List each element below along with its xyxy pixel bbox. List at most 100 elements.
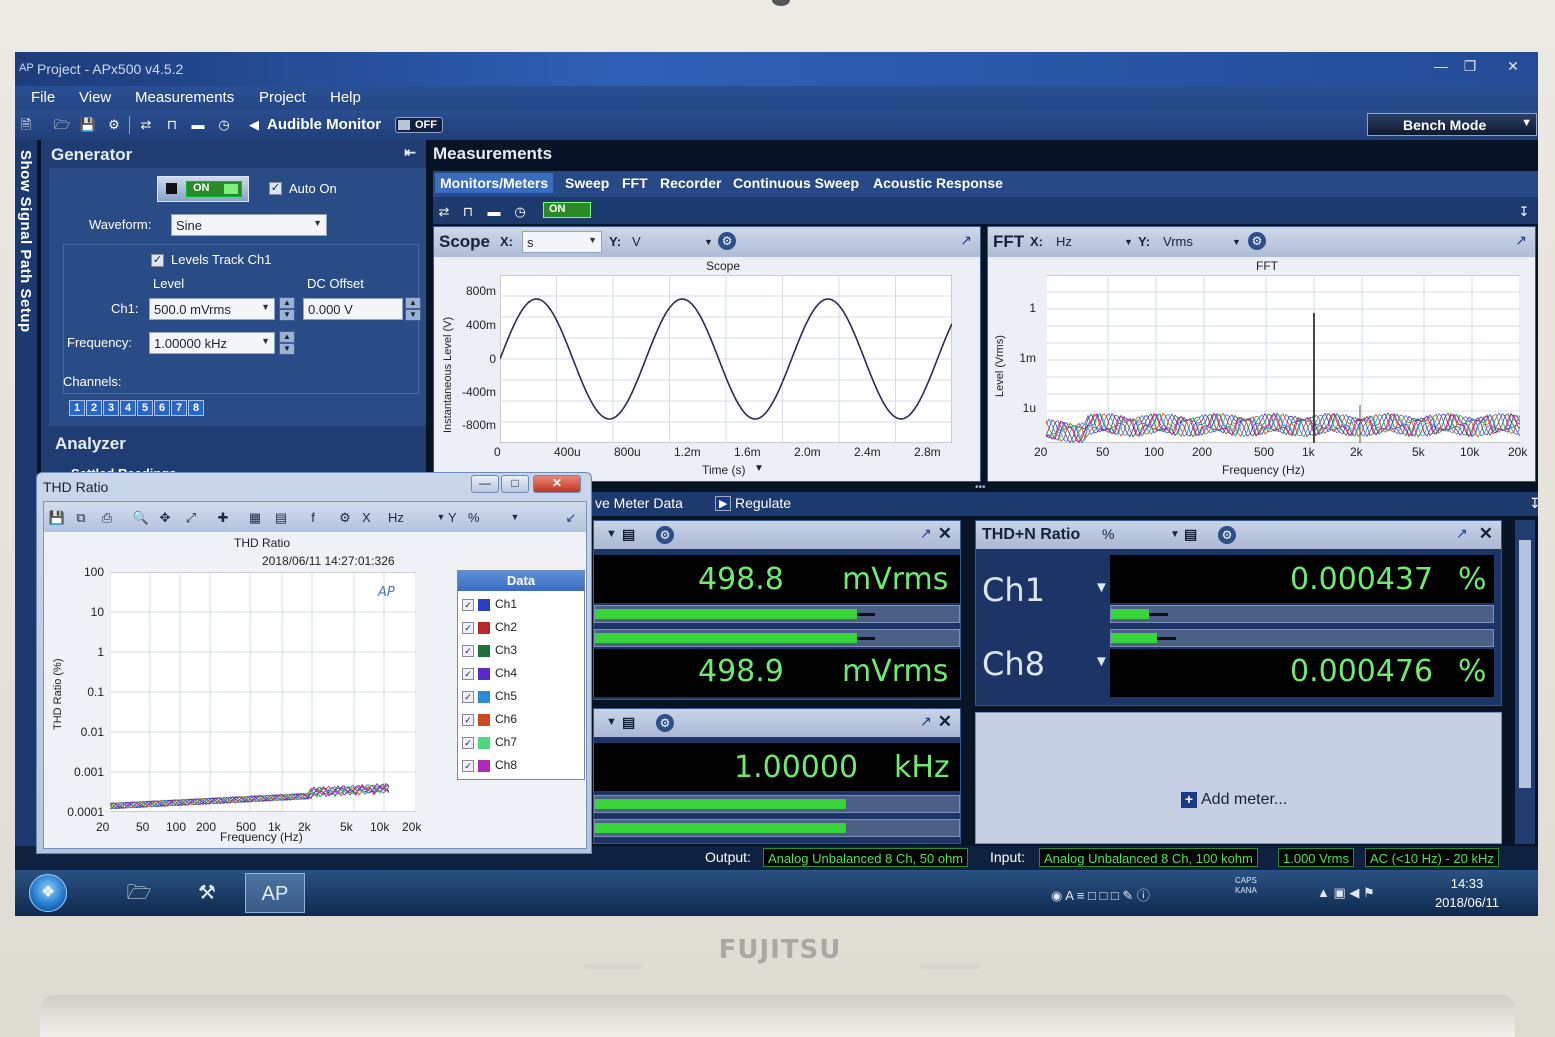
channel-button[interactable]: 4 bbox=[120, 400, 136, 416]
clock-icon[interactable]: ◷ bbox=[511, 203, 529, 220]
apx-taskbar-icon[interactable]: AP bbox=[245, 873, 305, 913]
thdn-close-icon[interactable]: ✕ bbox=[1479, 524, 1493, 544]
regulate-button[interactable]: Regulate bbox=[735, 495, 791, 511]
save-icon[interactable]: 💾 bbox=[79, 116, 97, 133]
notification-area-icons[interactable]: ▲ ▣ ◀ ⚑ bbox=[1317, 885, 1375, 901]
dc-offset-input[interactable]: 0.000 V bbox=[303, 298, 403, 320]
meter-popout-icon[interactable]: ↗ bbox=[920, 525, 932, 542]
legend-row[interactable]: ✓ Ch1 bbox=[462, 597, 517, 615]
collapse-icon[interactable]: ⇤ bbox=[404, 144, 416, 161]
channel-button[interactable]: 6 bbox=[154, 400, 170, 416]
close-button[interactable]: ✕ bbox=[1501, 58, 1525, 78]
table-icon[interactable]: ▦ bbox=[246, 509, 264, 526]
chevron-down-icon[interactable]: ▼ bbox=[704, 237, 713, 247]
chevron-down-icon[interactable]: ▼ bbox=[606, 716, 617, 728]
taskbar-clock[interactable]: 14:33 2018/06/11 bbox=[1427, 874, 1507, 912]
legend-row[interactable]: ✓ Ch3 bbox=[462, 643, 517, 661]
thd-minimize-button[interactable]: — bbox=[471, 475, 499, 493]
ch1-level-stepper[interactable]: ▲ ▼ bbox=[279, 297, 295, 321]
popout-icon[interactable]: ↙ bbox=[562, 509, 580, 526]
tray-icons[interactable]: ◉ A ≡ □ □ □ ✎ ⓘ bbox=[1051, 885, 1150, 904]
chevron-down-icon[interactable]: ▼ bbox=[606, 528, 617, 540]
legend-row[interactable]: ✓ Ch8 bbox=[462, 758, 517, 776]
graph-options-icon[interactable]: ▤ bbox=[1184, 526, 1197, 543]
meters-scrollbar[interactable] bbox=[1515, 520, 1535, 844]
pin-icon[interactable]: ↧ bbox=[1529, 495, 1538, 512]
legend-checkbox[interactable]: ✓ bbox=[462, 759, 474, 772]
settings-gear-icon[interactable]: ⚙ bbox=[105, 116, 123, 133]
menu-view[interactable]: View bbox=[79, 89, 111, 106]
clock-icon[interactable]: ◷ bbox=[215, 116, 233, 133]
waveform-select[interactable]: Sine ▼ bbox=[171, 214, 327, 236]
pan-icon[interactable]: ✥ bbox=[156, 509, 174, 526]
channel-button[interactable]: 3 bbox=[103, 400, 119, 416]
thdn-popout-icon[interactable]: ↗ bbox=[1456, 525, 1468, 542]
scope-settings-gear-icon[interactable]: ⚙ bbox=[718, 232, 736, 250]
speaker-icon[interactable]: ◀ bbox=[245, 116, 263, 133]
legend-row[interactable]: ✓ Ch4 bbox=[462, 666, 517, 684]
chevron-down-icon[interactable]: ▼ bbox=[1124, 237, 1133, 247]
signal-path-icon[interactable]: ⇄ bbox=[435, 203, 453, 220]
legend-checkbox[interactable]: ✓ bbox=[462, 621, 474, 634]
restore-button[interactable]: ❐ bbox=[1458, 58, 1482, 78]
generator-on-button[interactable]: ON bbox=[157, 176, 249, 202]
legend-checkbox[interactable]: ✓ bbox=[462, 667, 474, 680]
thdn-settings-gear-icon[interactable]: ⚙ bbox=[1218, 526, 1236, 544]
legend-checkbox[interactable]: ✓ bbox=[462, 598, 474, 611]
legend-checkbox[interactable]: ✓ bbox=[462, 690, 474, 703]
meter-icon[interactable]: ▬ bbox=[189, 116, 207, 133]
fft-x-unit-select[interactable]: Hz bbox=[1056, 234, 1072, 249]
cursor-icon[interactable]: ✚ bbox=[214, 509, 232, 526]
frequency-input[interactable]: 1.00000 kHz ▼ bbox=[149, 332, 275, 354]
fit-icon[interactable]: ⤢ bbox=[182, 509, 200, 526]
signal-path-icon[interactable]: ⇄ bbox=[137, 116, 155, 133]
add-meter-panel[interactable]: + Add meter... bbox=[975, 712, 1502, 844]
signal-path-strip[interactable]: Show Signal Path Setup bbox=[15, 140, 37, 852]
waveform-icon[interactable]: ⊓ bbox=[163, 116, 181, 133]
zoom-icon[interactable]: 🔍 bbox=[132, 509, 150, 526]
start-button[interactable]: ❖ bbox=[29, 874, 67, 912]
ch1-level-input[interactable]: 500.0 mVrms ▼ bbox=[149, 298, 275, 320]
legend-row[interactable]: ✓ Ch7 bbox=[462, 735, 517, 753]
scope-plot-area[interactable] bbox=[500, 275, 952, 443]
copy-icon[interactable]: ⧉ bbox=[72, 509, 90, 526]
thd-close-button[interactable]: ✕ bbox=[533, 475, 581, 493]
thd-restore-button[interactable]: □ bbox=[501, 475, 529, 493]
tab-acoustic-response[interactable]: Acoustic Response bbox=[873, 175, 1003, 191]
tab-fft[interactable]: FFT bbox=[622, 175, 648, 191]
tab-monitors-meters[interactable]: Monitors/Meters bbox=[435, 173, 554, 193]
channel-button[interactable]: 5 bbox=[137, 400, 153, 416]
save-icon[interactable]: 💾 bbox=[48, 509, 66, 526]
thdn-unit-select[interactable]: % bbox=[1102, 526, 1114, 542]
thd-x-unit-select[interactable]: Hz bbox=[388, 509, 404, 526]
chevron-down-icon[interactable]: ▼ bbox=[1094, 579, 1109, 596]
meter-close-icon[interactable]: ✕ bbox=[938, 524, 952, 544]
open-folder-icon[interactable]: 🗁 bbox=[53, 116, 71, 133]
chevron-down-icon[interactable]: ▼ bbox=[754, 463, 764, 474]
new-file-icon[interactable]: 🗎 bbox=[17, 116, 35, 133]
menu-help[interactable]: Help bbox=[330, 89, 361, 106]
tab-sweep[interactable]: Sweep bbox=[565, 175, 609, 191]
fft-settings-gear-icon[interactable]: ⚙ bbox=[1248, 232, 1266, 250]
menu-file[interactable]: File bbox=[31, 89, 55, 106]
pin-icon[interactable]: ↧ bbox=[1515, 203, 1533, 220]
channel-button[interactable]: 7 bbox=[171, 400, 187, 416]
fft-popout-icon[interactable]: ↗ bbox=[1515, 232, 1527, 249]
meter-close-icon[interactable]: ✕ bbox=[938, 712, 952, 732]
chevron-down-icon[interactable]: ▼ bbox=[506, 509, 524, 526]
tool-taskbar-icon[interactable]: ⚒ bbox=[177, 873, 237, 913]
legend-checkbox[interactable]: ✓ bbox=[462, 644, 474, 657]
chevron-down-icon[interactable]: ▼ bbox=[1170, 529, 1180, 540]
graph-options-icon[interactable]: ▤ bbox=[622, 714, 635, 731]
legend-row[interactable]: ✓ Ch6 bbox=[462, 712, 517, 730]
output-config[interactable]: Analog Unbalanced 8 Ch, 50 ohm bbox=[763, 848, 969, 867]
legend-row[interactable]: ✓ Ch2 bbox=[462, 620, 517, 638]
tab-recorder[interactable]: Recorder bbox=[660, 175, 721, 191]
meter-popout-icon[interactable]: ↗ bbox=[920, 713, 932, 730]
bandwidth-setting[interactable]: AC (<10 Hz) - 20 kHz bbox=[1365, 848, 1499, 867]
meter-settings-gear-icon[interactable]: ⚙ bbox=[656, 714, 674, 732]
ime-indicator[interactable]: CAPS KANA bbox=[1235, 876, 1257, 896]
audible-monitor-toggle[interactable]: OFF bbox=[395, 117, 443, 133]
input-range[interactable]: 1.000 Vrms bbox=[1278, 848, 1354, 867]
channel-button[interactable]: 1 bbox=[69, 400, 85, 416]
